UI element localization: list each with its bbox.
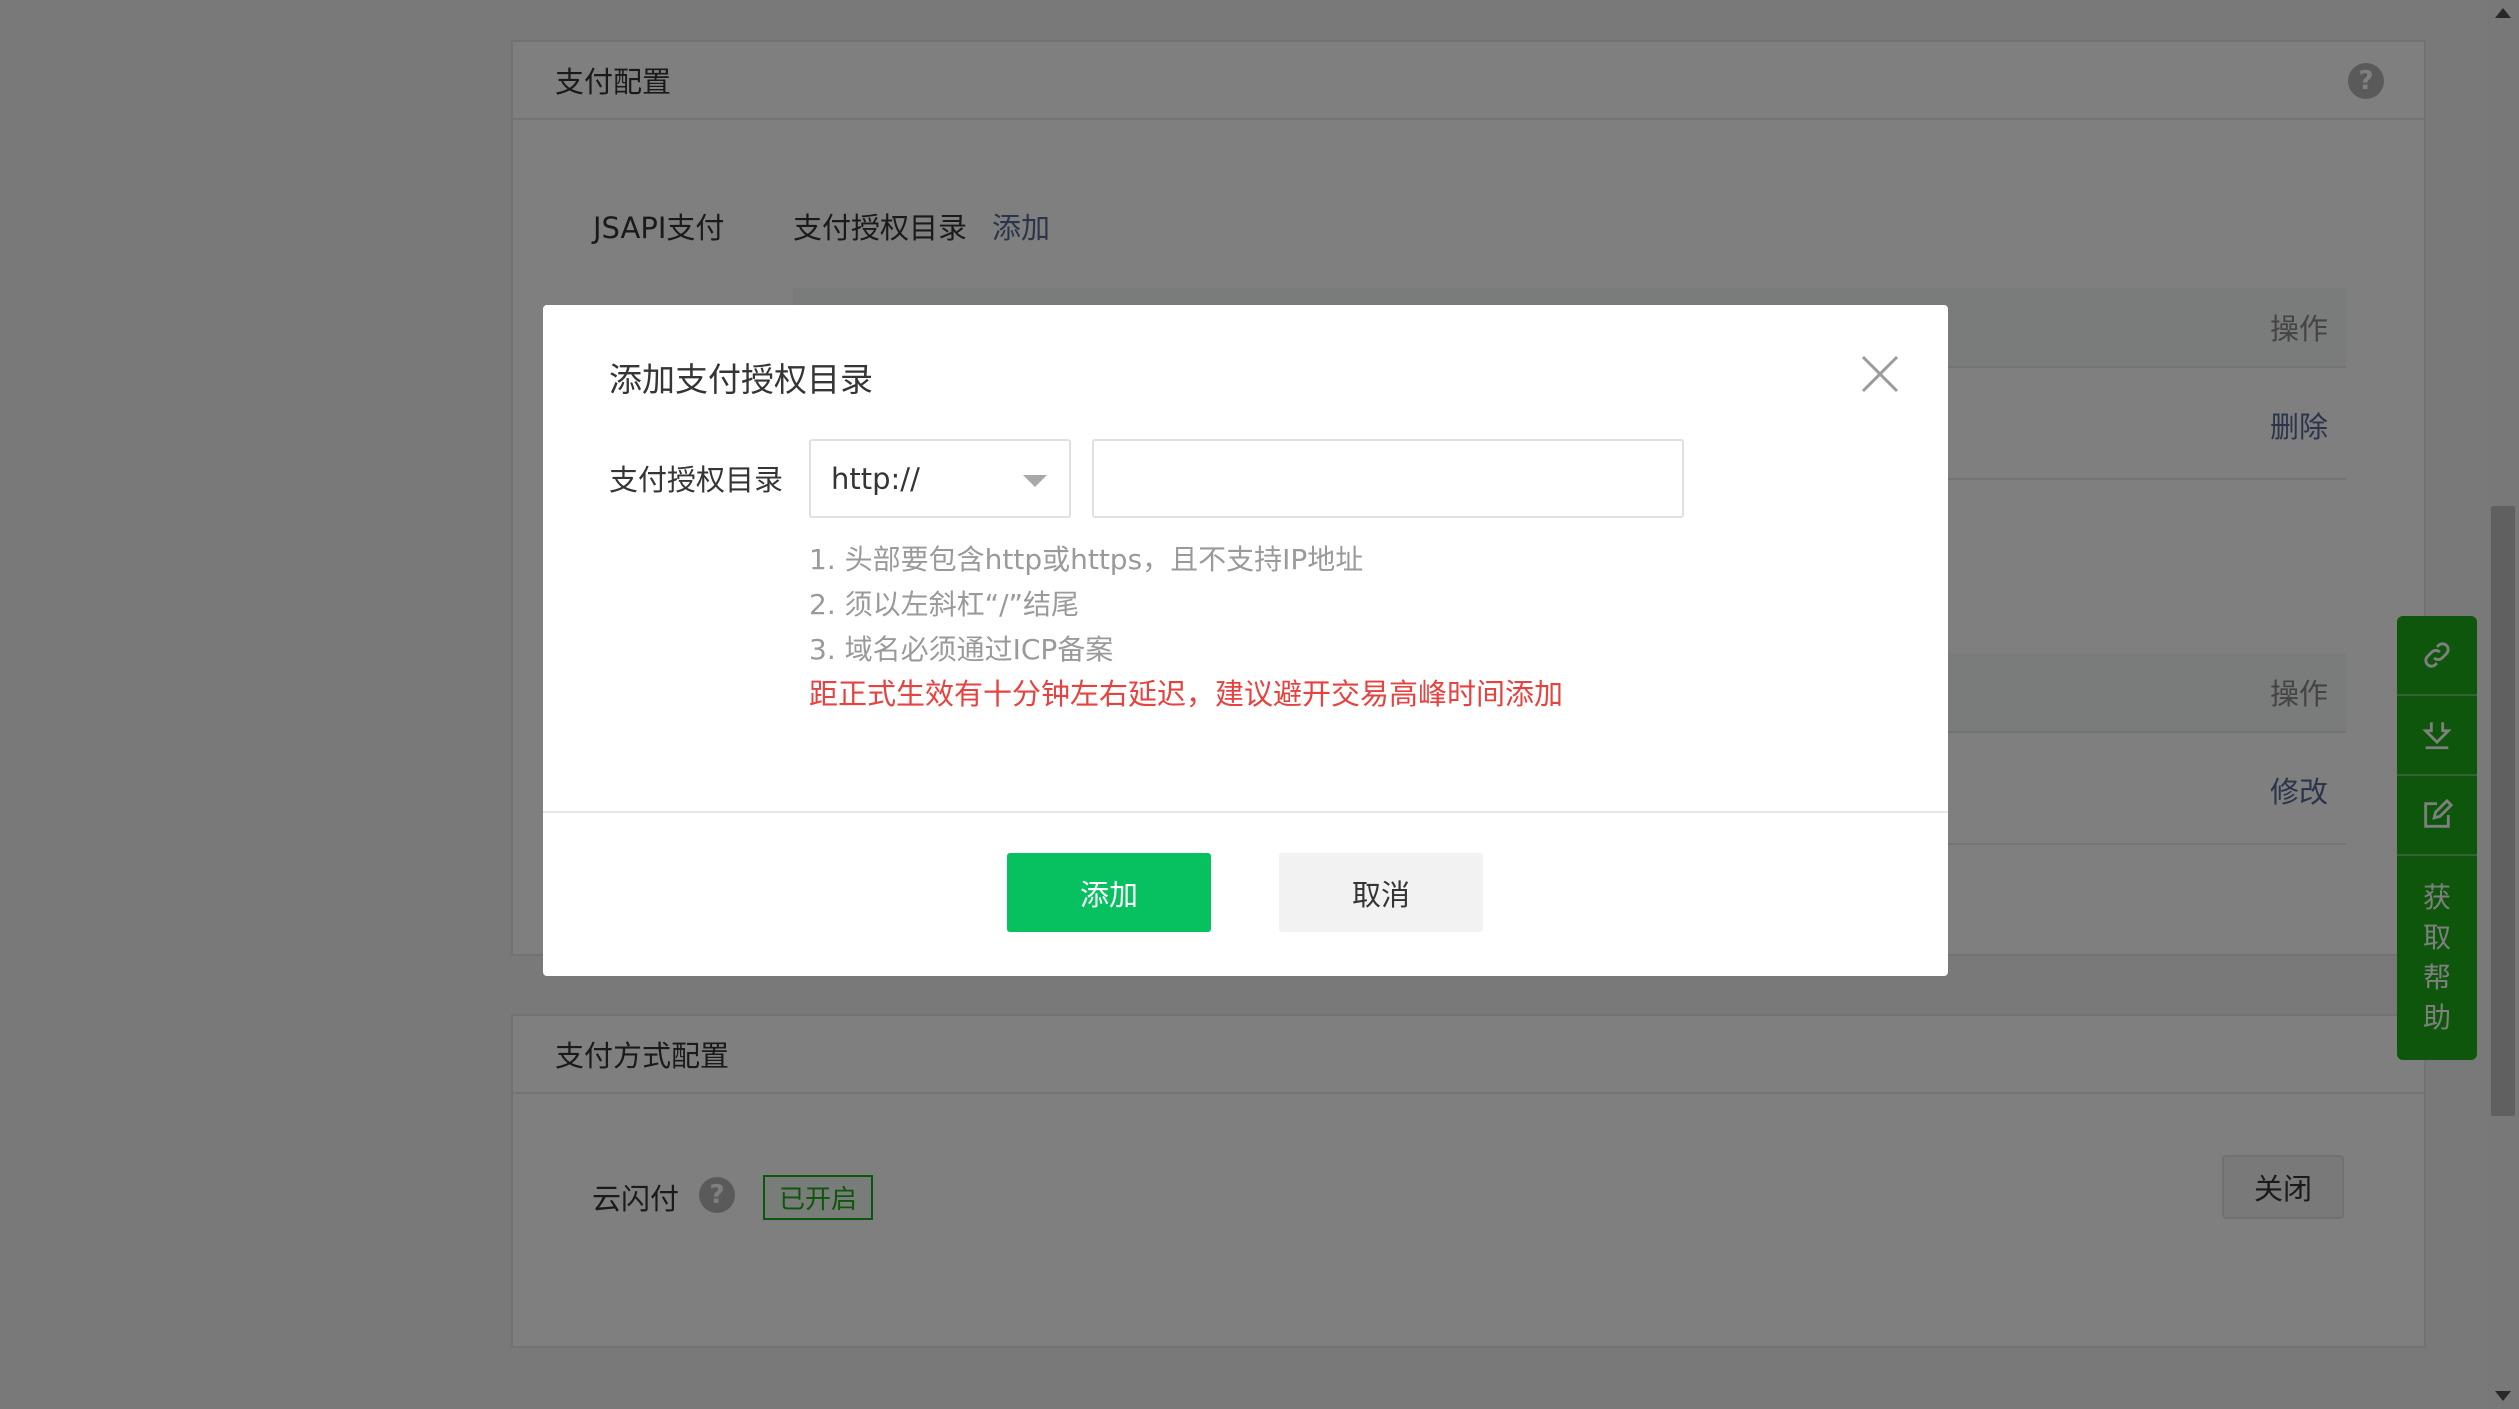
confirm-add-button[interactable]: 添加 [1007,853,1211,932]
close-icon[interactable] [1857,351,1903,397]
add-auth-dir-dialog: 添加支付授权目录 支付授权目录 http:// 1. 头部要包含http或htt… [543,305,1948,976]
protocol-select-value: http:// [831,461,920,496]
tips: 1. 头部要包含http或https，且不支持IP地址 2. 须以左斜杠“/”结… [809,537,1563,717]
dialog-title: 添加支付授权目录 [609,360,873,399]
warning-text: 距正式生效有十分钟左右延迟，建议避开交易高峰时间添加 [809,677,1564,711]
cancel-button[interactable]: 取消 [1279,853,1483,932]
page: 支付配置 ? JSAPI支付 支付授权目录 添加 操作 删除 操作 修改 支付方… [0,0,2519,1409]
dialog-divider [543,811,1948,813]
auth-dir-input[interactable] [1092,439,1684,518]
chevron-down-icon [1023,475,1047,487]
tip-item: 2. 须以左斜杠“/”结尾 [809,588,1080,621]
tip-item: 1. 头部要包含http或https，且不支持IP地址 [809,543,1364,576]
field-label: 支付授权目录 [609,463,784,497]
tip-item: 3. 域名必须通过ICP备案 [809,633,1114,666]
protocol-select[interactable]: http:// [809,439,1071,518]
